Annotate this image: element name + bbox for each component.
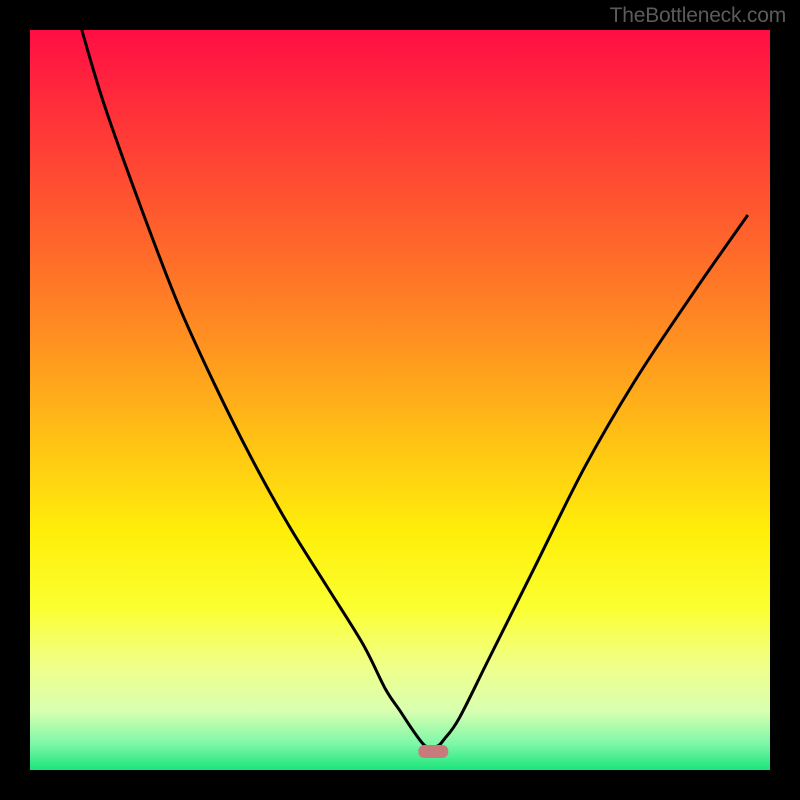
watermark-text: TheBottleneck.com	[610, 4, 786, 28]
chart-svg	[0, 0, 800, 800]
bottleneck-chart: TheBottleneck.com	[0, 0, 800, 800]
frame-bottom	[0, 770, 800, 800]
frame-left	[0, 0, 30, 800]
notch-marker	[418, 745, 448, 758]
frame-right	[770, 0, 800, 800]
plot-background	[30, 30, 770, 770]
